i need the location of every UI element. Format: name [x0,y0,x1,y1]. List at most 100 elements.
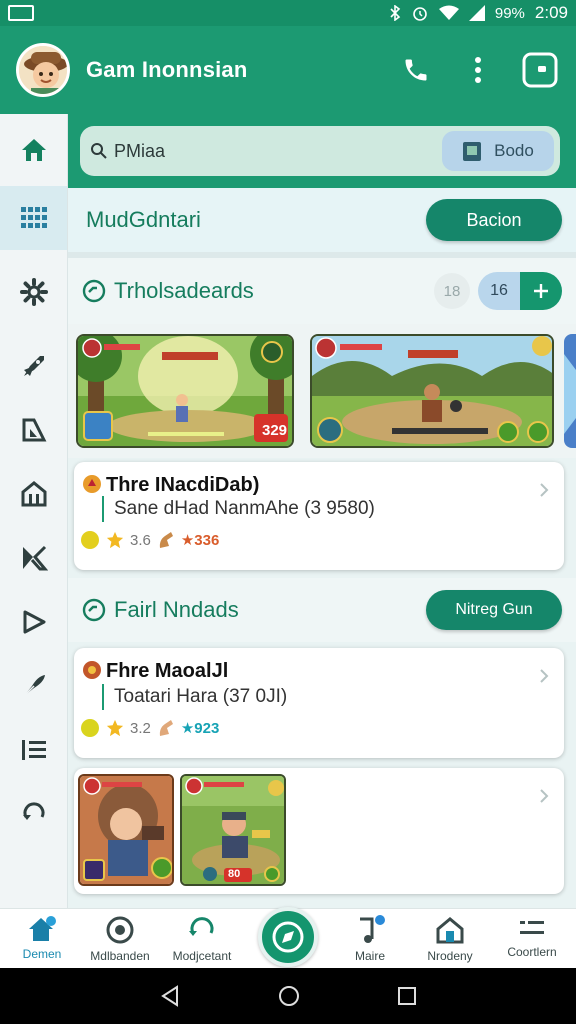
coin-icon [81,719,99,737]
clock: 2:09 [534,3,568,22]
rail-item-launch[interactable] [0,334,67,398]
hand-icon [159,720,173,736]
square-icon [522,52,558,88]
side-rail [0,114,68,908]
card-meta: 3.2 ★923 [80,718,219,738]
play-icon [23,610,45,634]
thumbnail-warrior-girl[interactable] [78,774,174,886]
mode-row: MudGdntari Bacion [68,188,576,252]
section-2-button[interactable]: Nitreg Gun [426,590,562,630]
rail-item-store[interactable] [0,462,67,526]
bottom-nav-label: Demen [22,947,62,961]
search-chip-button[interactable]: Bodo [442,131,554,171]
section-header-2: Fairl Nndads Nitreg Gun [68,578,576,642]
card-meta: 3.6 ★336 [80,530,219,550]
avatar[interactable] [16,43,70,97]
list-icon [21,740,46,760]
compass-icon [272,921,304,953]
system-nav-bar [0,968,576,1024]
rail-item-list[interactable] [0,718,67,782]
hand-icon [159,532,173,548]
search-bar: Bodo [80,126,560,176]
game-card-1[interactable]: Thre INacdiDab) Sane dHad NanmAhe (3 958… [74,462,564,570]
battery-level: 99% [494,4,525,22]
gear-icon [19,278,48,306]
thumbnail-miner-hero[interactable]: 80 [180,774,286,886]
mode-label: MudGdntari [86,207,201,232]
rail-item-apps[interactable] [0,186,67,250]
home-icon [29,916,56,941]
section-title-1: Trholsadeards [114,278,254,303]
card-title: Fhre MaoalJl [106,660,229,682]
section-title-2: Fairl Nndads [114,597,239,622]
check-circle-icon [82,598,106,622]
game-card-2[interactable]: Fhre MaoalJl Toatari Hara (37 0JI) 3.2 ★… [74,648,564,758]
window-button[interactable] [520,50,560,90]
thumbnail-jungle-hunter[interactable] [310,334,554,448]
bottom-nav-label: Maire [354,949,385,963]
call-button[interactable] [396,50,436,90]
card-rating: 3.6 [130,531,151,549]
center-fab-button[interactable] [258,907,318,967]
card-rating: 3.2 [130,719,151,737]
chevron-right-icon [540,669,549,683]
more-options-button[interactable] [458,50,498,90]
card-subtitle: Toatari Hara (37 0JI) [102,684,287,710]
alarm-icon [413,7,427,21]
bottom-nav-label: Mdlbanden [90,949,150,963]
thumbnail-score: 329 [262,422,288,439]
chevron-right-icon [540,483,549,497]
store-icon [436,917,464,944]
rail-item-edit[interactable] [0,654,67,718]
bottom-nav-item-menu[interactable]: Coortlern [482,909,576,969]
building-icon [21,481,46,507]
bottom-nav: Demen Mdlbanden Modjcetant Maire Nrodeny… [0,907,576,969]
rail-item-settings[interactable] [0,250,67,334]
faded-count: 18 [434,273,470,309]
grid-icon [20,207,47,228]
thumbnail-card: 80 [74,768,564,894]
music-icon [360,915,385,943]
star-icon [106,531,124,549]
add-button[interactable] [520,272,562,310]
card-price: ★336 [180,532,220,549]
gallery-icon [8,5,34,21]
bottom-nav-item-refresh[interactable]: Modjcetant [152,909,252,969]
app-bar: Gam Inonnsian [0,26,576,114]
section-header-1: Trholsadeards 18 16 [68,258,576,324]
back-icon[interactable] [159,985,181,1007]
recents-icon[interactable] [397,986,417,1006]
feather-icon [22,675,45,697]
rail-item-tools[interactable] [0,526,67,590]
rail-item-sync[interactable] [0,782,67,846]
bottom-nav-label: Modjcetant [172,949,232,963]
thumbnail-row-1: 329 [68,324,576,458]
home-circle-icon[interactable] [278,985,300,1007]
thumbnail-forest-battle[interactable]: 329 [76,334,294,448]
game-icon [83,661,101,679]
wifi-icon [438,5,459,20]
card-subtitle: Sane dHad NanmAhe (3 9580) [102,496,375,522]
plus-icon [534,284,548,298]
app-title: Gam Inonnsian [86,57,248,82]
signal-icon [468,5,485,21]
card-price: ★923 [180,720,220,737]
sync-icon [22,802,44,820]
count-badge: 16 [478,272,520,310]
coin-icon [81,531,99,549]
search-chip-label: Bodo [494,141,534,160]
rail-item-tags[interactable] [0,398,67,462]
star-icon [106,719,124,737]
mode-action-button[interactable]: Bacion [426,199,562,241]
phone-icon [405,59,427,81]
home-icon [21,139,46,161]
bottom-nav-label: Nrodeny [427,949,473,963]
clipboard-icon [463,142,482,161]
thumbnail-partial[interactable] [564,334,576,448]
rail-item-home[interactable] [0,114,67,186]
rail-item-play[interactable] [0,590,67,654]
status-bar: 99% 2:09 [0,0,576,26]
tag-icon [22,418,46,442]
search-input[interactable] [114,140,414,162]
menu-icon [520,921,544,934]
